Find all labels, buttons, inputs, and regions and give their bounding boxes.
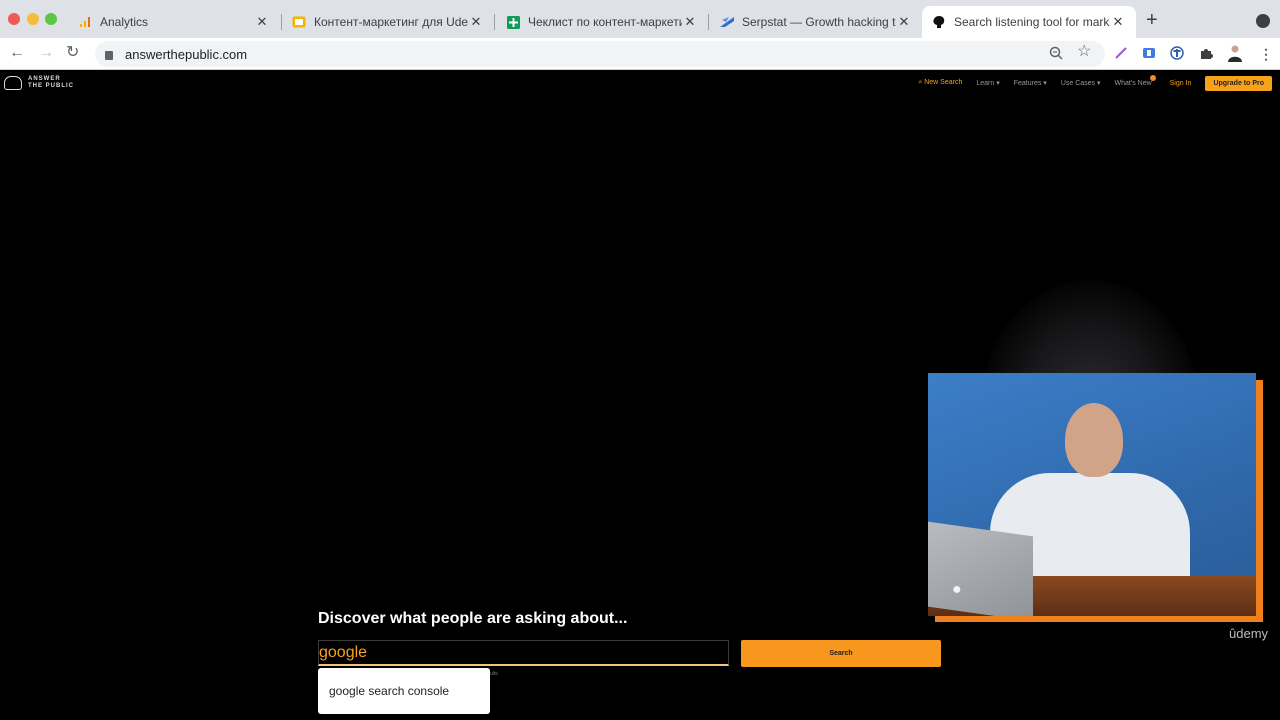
reader-extension-icon[interactable] bbox=[1142, 46, 1156, 63]
tab-checklist[interactable]: Чеклист по контент-маркетингу ✕ bbox=[496, 6, 708, 38]
tab-title: Serpstat — Growth hacking tool bbox=[742, 15, 896, 29]
nav-new-search[interactable]: ⌕ New Search bbox=[918, 79, 962, 87]
nav-learn[interactable]: Learn ▾ bbox=[976, 79, 999, 87]
tab-search-icon[interactable] bbox=[1256, 14, 1270, 28]
search-button[interactable]: Search bbox=[741, 640, 941, 667]
tab-separator bbox=[494, 14, 495, 30]
window-zoom-button[interactable] bbox=[45, 13, 57, 25]
lock-icon bbox=[105, 50, 113, 60]
tab-title: Analytics bbox=[100, 15, 149, 29]
nav-features[interactable]: Features ▾ bbox=[1014, 79, 1047, 87]
analytics-icon bbox=[78, 15, 92, 29]
tab-analytics[interactable]: Analytics ✕ bbox=[68, 6, 280, 38]
browser-tab-strip: Analytics ✕ Контент-маркетинг для Udemy … bbox=[0, 0, 1280, 38]
tab-title: Search listening tool for marketers bbox=[954, 15, 1110, 29]
upgrade-to-pro-button[interactable]: Upgrade to Pro bbox=[1205, 75, 1272, 91]
presenter-head bbox=[1065, 403, 1123, 477]
profile-avatar[interactable] bbox=[1226, 44, 1244, 65]
logo-line-1: ANSWER bbox=[28, 76, 61, 82]
tab-answerthepublic[interactable]: Search listening tool for marketers ✕ bbox=[922, 6, 1136, 38]
logo-head-icon bbox=[4, 76, 22, 90]
window-minimize-button[interactable] bbox=[27, 13, 39, 25]
window-close-button[interactable] bbox=[8, 13, 20, 25]
site-nav: ⌕ New Search Learn ▾ Features ▾ Use Case… bbox=[918, 74, 1280, 92]
tab-close-icon[interactable]: ✕ bbox=[896, 14, 912, 30]
address-bar[interactable]: answerthepublic.com bbox=[95, 41, 1105, 67]
site-logo[interactable]: ANSWER THE PUBLIC bbox=[4, 76, 74, 90]
apple-logo-icon: ● bbox=[952, 581, 962, 598]
browser-menu-icon[interactable]: ⋮ bbox=[1259, 46, 1273, 62]
back-icon[interactable]: ← bbox=[9, 44, 25, 62]
keyword-search-input[interactable] bbox=[318, 640, 729, 666]
notification-dot bbox=[1149, 75, 1156, 81]
vpn-extension-icon[interactable] bbox=[1170, 46, 1184, 63]
serpstat-icon bbox=[720, 15, 734, 29]
tab-close-icon[interactable]: ✕ bbox=[254, 14, 270, 30]
reload-icon[interactable]: ↻ bbox=[66, 44, 79, 62]
search-icon: ⌕ bbox=[918, 79, 923, 86]
tab-close-icon[interactable]: ✕ bbox=[1110, 14, 1126, 30]
nav-sign-in[interactable]: Sign In bbox=[1170, 80, 1192, 87]
tab-title: Чеклист по контент-маркетингу bbox=[528, 15, 682, 29]
sheets-icon bbox=[506, 15, 520, 29]
webcam-overlay-video: ● bbox=[928, 373, 1256, 616]
tab-close-icon[interactable]: ✕ bbox=[682, 14, 698, 30]
bookmark-star-icon[interactable]: ☆ bbox=[1077, 44, 1091, 60]
tab-separator bbox=[708, 14, 709, 30]
tab-serpstat[interactable]: Serpstat — Growth hacking tool ✕ bbox=[710, 6, 922, 38]
pen-extension-icon[interactable] bbox=[1114, 46, 1128, 63]
tab-content-marketing[interactable]: Контент-маркетинг для Udemy ✕ bbox=[282, 6, 494, 38]
udemy-watermark: ûdemy bbox=[1229, 626, 1269, 641]
tab-close-icon[interactable]: ✕ bbox=[468, 14, 484, 30]
tab-title: Контент-маркетинг для Udemy bbox=[314, 15, 468, 29]
new-tab-button[interactable]: + bbox=[1146, 10, 1158, 30]
hero-title: Discover what people are asking about... bbox=[318, 610, 628, 627]
nav-whats-new[interactable]: What's New bbox=[1115, 75, 1156, 87]
browser-toolbar: ← → ↻ answerthepublic.com ☆ ⋮ bbox=[0, 38, 1280, 70]
search-hint-text: ults bbox=[490, 671, 498, 677]
logo-line-2: THE PUBLIC bbox=[28, 83, 74, 89]
suggestion-text: google search console bbox=[329, 684, 450, 698]
url-text: answerthepublic.com bbox=[125, 46, 248, 62]
nav-use-cases[interactable]: Use Cases ▾ bbox=[1061, 79, 1101, 87]
autocomplete-suggestion[interactable]: google search console bbox=[318, 668, 490, 714]
extensions-puzzle-icon[interactable] bbox=[1199, 46, 1213, 63]
laptop bbox=[928, 521, 1033, 616]
zoom-out-icon[interactable] bbox=[1049, 46, 1063, 63]
slides-icon bbox=[292, 15, 306, 29]
forward-icon[interactable]: → bbox=[38, 44, 54, 62]
answerthepublic-icon bbox=[932, 15, 946, 29]
